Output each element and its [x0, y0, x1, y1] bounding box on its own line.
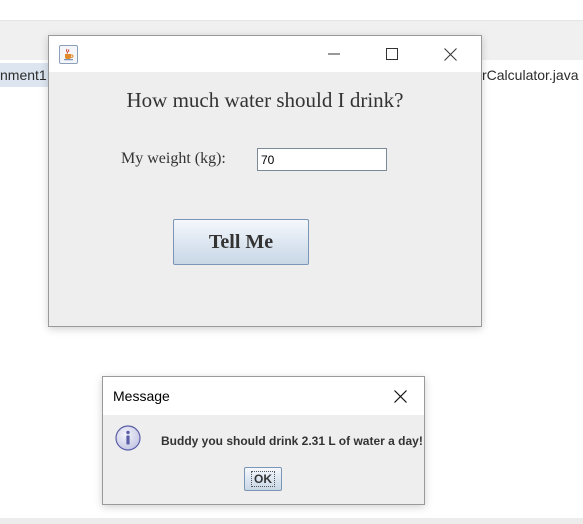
dialog-title-bar[interactable]: Message	[103, 377, 424, 415]
maximize-icon	[386, 48, 398, 60]
ide-bottom-strip	[0, 518, 583, 524]
dialog-close-button[interactable]	[389, 385, 411, 407]
close-icon	[443, 47, 457, 61]
water-calculator-window: How much water should I drink? My weight…	[48, 35, 482, 327]
java-cup-icon	[59, 45, 78, 64]
message-dialog: Message Buddy you should drink 2.31 L of…	[102, 376, 425, 505]
minimize-button[interactable]	[311, 36, 357, 72]
close-button[interactable]	[427, 36, 473, 72]
dialog-title: Message	[113, 388, 170, 404]
ide-tab-right[interactable]: rCalculator.java	[482, 63, 583, 87]
question-heading: How much water should I drink?	[126, 88, 404, 112]
close-icon	[393, 389, 407, 403]
dialog-message: Buddy you should drink 2.31 L of water a…	[161, 434, 423, 448]
weight-input[interactable]	[257, 148, 387, 171]
ok-button-label: OK	[251, 471, 275, 487]
weight-label: My weight (kg):	[121, 150, 226, 167]
info-icon	[115, 425, 141, 451]
maximize-button[interactable]	[369, 36, 415, 72]
ok-button[interactable]: OK	[244, 467, 282, 491]
ide-tab-left[interactable]: nment1.	[0, 63, 52, 87]
window-title-bar[interactable]	[49, 36, 481, 72]
minimize-icon	[328, 53, 340, 55]
tell-me-button[interactable]: Tell Me	[173, 219, 309, 265]
